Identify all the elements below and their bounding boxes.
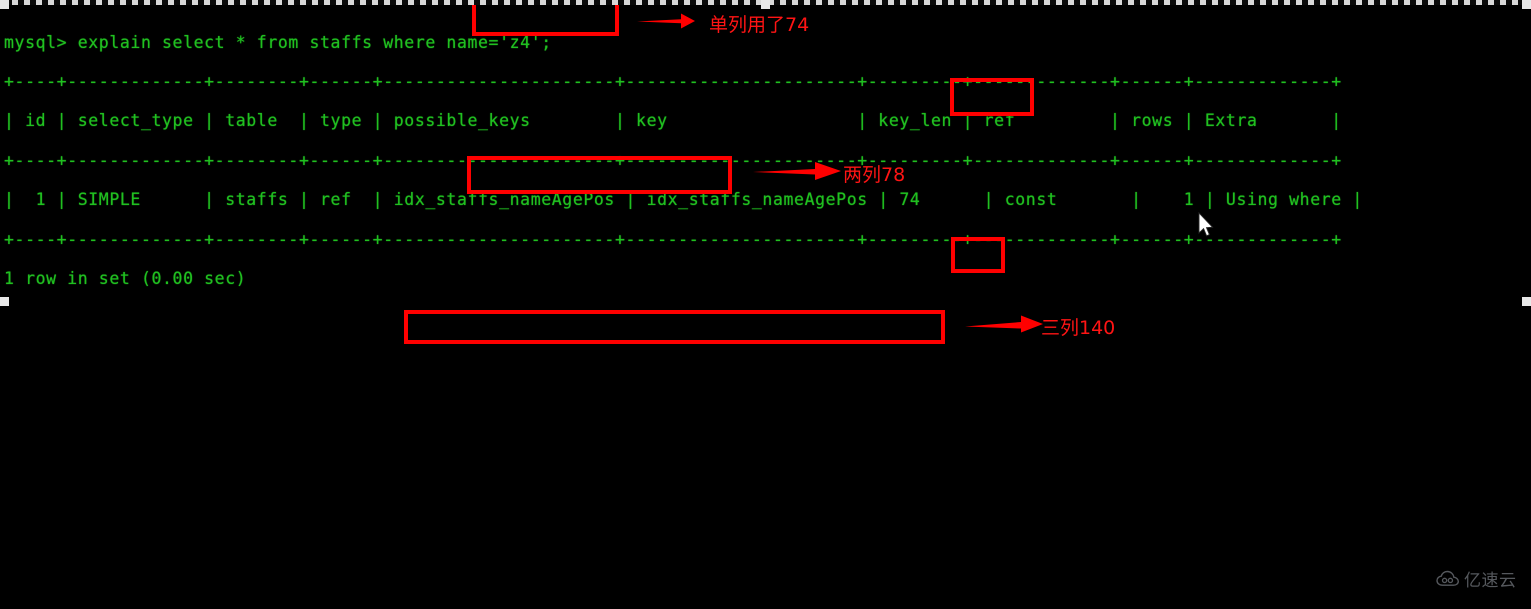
screenshot-canvas: mysql> explain select * from staffs wher… — [0, 0, 1531, 609]
selection-handle-middle-left[interactable] — [0, 297, 9, 306]
page-background — [0, 344, 1531, 609]
cloud-icon — [1436, 570, 1460, 586]
terminal-console[interactable]: mysql> explain select * from staffs wher… — [0, 0, 1531, 344]
selection-handle-top-left[interactable] — [0, 0, 9, 9]
selection-handle-top-right[interactable] — [1522, 0, 1531, 9]
terminal-output-text: mysql> explain select * from staffs wher… — [4, 32, 1363, 288]
watermark: 亿速云 — [1436, 566, 1517, 591]
selection-handle-top-center[interactable] — [761, 0, 770, 9]
watermark-text: 亿速云 — [1464, 571, 1517, 591]
selection-handle-middle-right[interactable] — [1522, 297, 1531, 306]
mouse-cursor-icon — [1198, 212, 1214, 237]
